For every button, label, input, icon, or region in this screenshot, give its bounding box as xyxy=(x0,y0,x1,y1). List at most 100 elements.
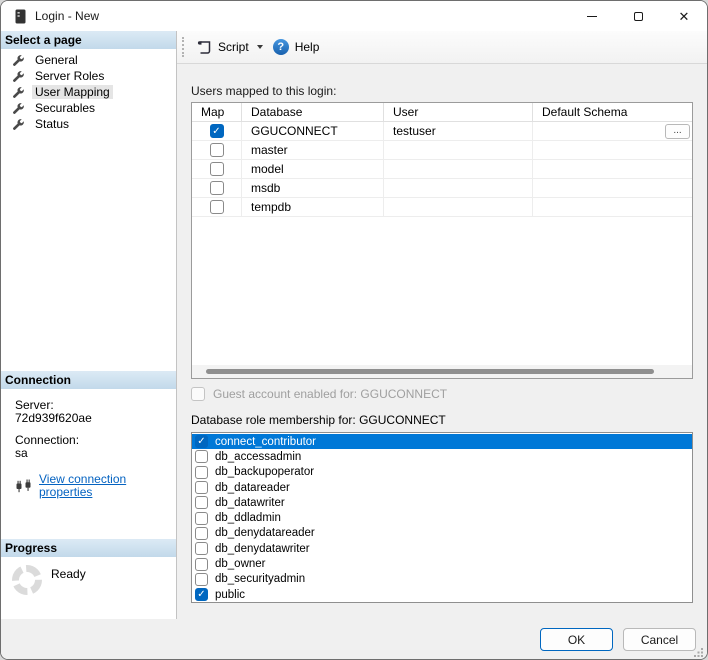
database-cell[interactable]: GGUCONNECT xyxy=(242,122,384,140)
script-button-label: Script xyxy=(218,40,249,54)
sidebar-item-status[interactable]: Status xyxy=(1,116,176,132)
role-item-db-owner[interactable]: db_owner xyxy=(192,556,692,571)
role-item-db-denydatareader[interactable]: db_denydatareader xyxy=(192,526,692,541)
database-cell[interactable]: master xyxy=(242,141,384,159)
sidebar-item-user-mapping[interactable]: User Mapping xyxy=(1,84,176,100)
role-item-db-accessadmin[interactable]: db_accessadmin xyxy=(192,449,692,464)
role-item-db-backupoperator[interactable]: db_backupoperator xyxy=(192,465,692,480)
role-name: db_backupoperator xyxy=(215,466,314,478)
script-button[interactable]: Script xyxy=(192,36,253,58)
progress-section: Ready xyxy=(1,557,176,619)
window-title: Login - New xyxy=(35,9,569,23)
database-cell[interactable]: model xyxy=(242,160,384,178)
user-cell[interactable]: testuser xyxy=(384,122,533,140)
wrench-icon xyxy=(12,70,25,83)
role-item-connect-contributor[interactable]: ✓ connect_contributor xyxy=(192,434,692,449)
wrench-icon xyxy=(12,118,25,131)
maximize-button[interactable] xyxy=(615,1,661,31)
role-checkbox[interactable] xyxy=(195,496,208,509)
connection-header: Connection xyxy=(1,371,176,389)
table-row-master[interactable]: master xyxy=(192,141,692,160)
close-button[interactable]: ✕ xyxy=(661,1,707,31)
table-header-row: MapDatabaseUserDefault Schema xyxy=(192,103,692,122)
sidebar-item-server-roles[interactable]: Server Roles xyxy=(1,68,176,84)
role-checkbox[interactable] xyxy=(195,573,208,586)
script-scroll-icon xyxy=(196,39,212,55)
progress-spinner-icon xyxy=(12,565,42,595)
role-name: connect_contributor xyxy=(215,436,316,448)
map-checkbox[interactable] xyxy=(210,181,224,195)
user-cell[interactable] xyxy=(384,179,533,197)
map-checkbox[interactable] xyxy=(210,162,224,176)
database-cell[interactable]: msdb xyxy=(242,179,384,197)
role-item-db-denydatawriter[interactable]: db_denydatawriter xyxy=(192,541,692,556)
table-rows: ✓ GGUCONNECTtestuser... mastermodelmsdbtem… xyxy=(192,122,692,217)
login-new-dialog: Login - New ✕ Select a page GeneralServe… xyxy=(0,0,708,660)
role-name: db_owner xyxy=(215,558,266,570)
sidebar-item-general[interactable]: General xyxy=(1,52,176,68)
role-checkbox[interactable] xyxy=(195,466,208,479)
default-schema-cell[interactable] xyxy=(533,141,692,159)
title-bar: Login - New ✕ xyxy=(1,1,707,31)
close-icon: ✕ xyxy=(679,10,690,23)
page-list: GeneralServer RolesUser MappingSecurable… xyxy=(1,49,176,371)
toolbar-grip-handle[interactable] xyxy=(182,37,184,57)
table-row-model[interactable]: model xyxy=(192,160,692,179)
role-checkbox[interactable] xyxy=(195,558,208,571)
role-item-public[interactable]: ✓public xyxy=(192,587,692,602)
view-connection-properties-link[interactable]: View connection properties xyxy=(39,473,168,499)
user-cell[interactable] xyxy=(384,141,533,159)
users-mapped-label: Users mapped to this login: xyxy=(191,84,693,98)
database-cell[interactable]: tempdb xyxy=(242,198,384,216)
role-checkbox[interactable] xyxy=(195,512,208,525)
role-checkbox[interactable]: ✓ xyxy=(195,435,208,448)
role-checkbox[interactable] xyxy=(195,481,208,494)
role-item-db-datareader[interactable]: db_datareader xyxy=(192,480,692,495)
sidebar: Select a page GeneralServer RolesUser Ma… xyxy=(1,31,177,619)
table-row-msdb[interactable]: msdb xyxy=(192,179,692,198)
default-schema-cell[interactable] xyxy=(533,179,692,197)
map-checkbox[interactable] xyxy=(210,200,224,214)
wrench-icon xyxy=(12,102,25,115)
role-membership-label: Database role membership for: GGUCONNECT xyxy=(191,413,693,427)
help-button[interactable]: ? Help xyxy=(269,36,324,58)
map-checkbox[interactable] xyxy=(210,143,224,157)
server-window-icon xyxy=(14,9,27,24)
wrench-icon xyxy=(12,86,25,99)
sidebar-item-securables[interactable]: Securables xyxy=(1,100,176,116)
table-empty-area xyxy=(192,217,692,365)
role-checkbox[interactable] xyxy=(195,527,208,540)
role-name: db_datareader xyxy=(215,482,290,494)
connection-value: sa xyxy=(15,447,168,460)
scrollbar-thumb[interactable] xyxy=(206,369,654,374)
column-header-map: Map xyxy=(192,103,242,121)
role-item-db-ddladmin[interactable]: db_ddladmin xyxy=(192,510,692,525)
table-row-tempdb[interactable]: tempdb xyxy=(192,198,692,217)
sidebar-item-label: Server Roles xyxy=(32,69,107,83)
role-name: db_datawriter xyxy=(215,497,285,509)
user-cell[interactable] xyxy=(384,198,533,216)
default-schema-cell[interactable]: ... xyxy=(533,122,692,140)
user-cell[interactable] xyxy=(384,160,533,178)
role-item-db-datawriter[interactable]: db_datawriter xyxy=(192,495,692,510)
role-checkbox[interactable] xyxy=(195,450,208,463)
minimize-button[interactable] xyxy=(569,1,615,31)
map-checkbox[interactable]: ✓ xyxy=(210,124,224,138)
default-schema-cell[interactable] xyxy=(533,160,692,178)
ok-button[interactable]: OK xyxy=(540,628,613,651)
toolbar: Script ? Help xyxy=(177,31,707,64)
resize-grip[interactable] xyxy=(694,647,704,657)
default-schema-ellipsis-button[interactable]: ... xyxy=(665,124,690,139)
default-schema-cell[interactable] xyxy=(533,198,692,216)
horizontal-scrollbar[interactable] xyxy=(192,365,692,378)
database-role-list: ✓ connect_contributordb_accessadmin db_bac… xyxy=(191,432,693,603)
connection-section: Server: 72d939f620ae Connection: sa View… xyxy=(1,389,176,539)
column-header-database: Database xyxy=(242,103,384,121)
role-checkbox[interactable] xyxy=(195,542,208,555)
script-dropdown-chevron-icon[interactable] xyxy=(257,45,263,49)
cancel-button[interactable]: Cancel xyxy=(623,628,696,651)
table-row-gguconnect[interactable]: ✓ GGUCONNECTtestuser... xyxy=(192,122,692,141)
role-item-db-securityadmin[interactable]: db_securityadmin xyxy=(192,572,692,587)
role-checkbox[interactable]: ✓ xyxy=(195,588,208,601)
role-name: db_ddladmin xyxy=(215,512,281,524)
